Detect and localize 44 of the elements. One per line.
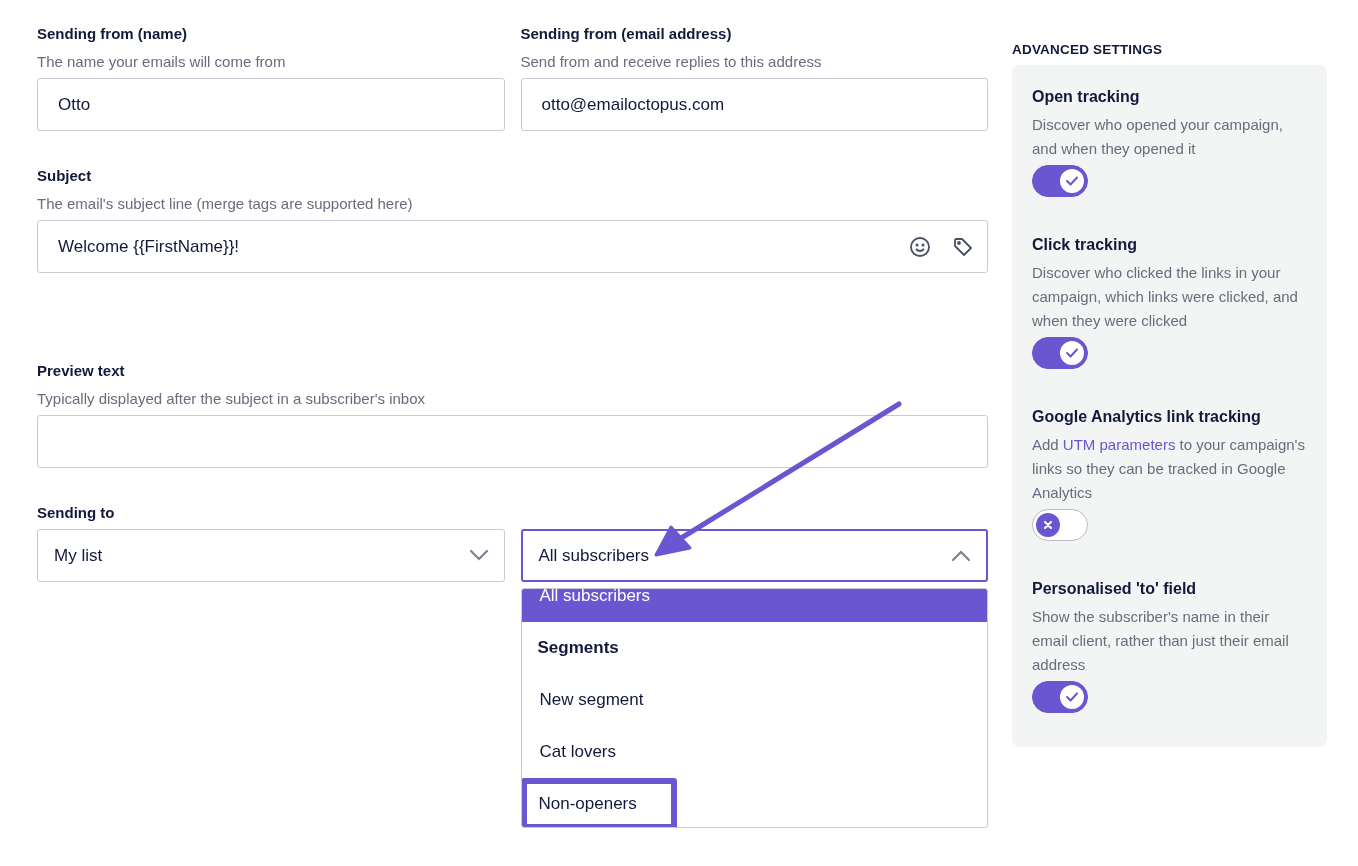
field-label: Sending from (email address) bbox=[520, 24, 733, 44]
select-dropdown[interactable]: All subscribers bbox=[520, 529, 988, 582]
tag-icon[interactable] bbox=[953, 236, 973, 257]
field-hint: Send from and receive replies to this address bbox=[520, 52, 823, 72]
setting-description: Discover who opened your campaign, and when they opened it bbox=[1032, 115, 1284, 159]
chevron-up-icon bbox=[952, 550, 970, 561]
dropdown-option[interactable]: Non-openers bbox=[521, 778, 677, 827]
select-value: My list bbox=[54, 545, 103, 566]
toggle-switch[interactable] bbox=[1032, 681, 1088, 713]
toggle-switch[interactable] bbox=[1032, 165, 1088, 197]
field-label: Sending from (name) bbox=[37, 24, 188, 44]
input-field[interactable]: otto@emailoctopus.com bbox=[520, 78, 988, 131]
field-hint: Typically displayed after the subject in a subscriber's inbox bbox=[37, 389, 427, 409]
option-group-heading: Segments bbox=[536, 637, 620, 659]
input-field[interactable] bbox=[37, 415, 988, 468]
field-hint: The email's subject line (merge tags are supported here) bbox=[37, 194, 414, 214]
setting-description: Add UTM parameters to your campaign's links so they can be tracked in Google Analytics bbox=[1032, 435, 1306, 503]
field-label: Sending to bbox=[37, 503, 116, 523]
input-field[interactable]: Welcome {{FirstName}}! bbox=[37, 220, 988, 273]
panel-heading: ADVANCED SETTINGS bbox=[1012, 42, 1164, 58]
setting-title: Open tracking bbox=[1032, 87, 1141, 107]
emoji-icon[interactable] bbox=[909, 235, 931, 258]
setting-title: Google Analytics link tracking bbox=[1032, 407, 1262, 427]
dropdown-option[interactable]: New segment bbox=[521, 674, 987, 726]
check-icon bbox=[1066, 176, 1078, 186]
check-icon bbox=[1066, 348, 1078, 358]
dropdown-option[interactable]: Cat lovers bbox=[521, 726, 987, 778]
setting-title: Personalised 'to' field bbox=[1032, 579, 1198, 599]
field-label: Subject bbox=[37, 166, 93, 186]
x-icon bbox=[1044, 521, 1052, 529]
input-field[interactable]: Otto bbox=[37, 78, 505, 131]
select-value: All subscribers bbox=[538, 545, 650, 566]
check-icon bbox=[1066, 692, 1078, 702]
select-dropdown[interactable]: My list bbox=[37, 529, 505, 582]
setting-description: Discover who clicked the links in your campaign, which links were clicked, and when they were clicked bbox=[1032, 263, 1299, 331]
field-label: Preview text bbox=[37, 361, 126, 381]
setting-title: Click tracking bbox=[1032, 235, 1138, 255]
toggle-switch[interactable] bbox=[1032, 337, 1088, 369]
toggle-switch[interactable] bbox=[1032, 509, 1088, 541]
setting-description: Show the subscriber's name in their email client, rather than just their email address bbox=[1032, 607, 1290, 675]
dropdown-option[interactable]: All subscribers bbox=[521, 589, 987, 622]
utm-parameters-link[interactable]: UTM parameters bbox=[1062, 436, 1176, 453]
chevron-down-icon bbox=[469, 550, 488, 561]
field-hint: The name your emails will come from bbox=[37, 52, 287, 72]
